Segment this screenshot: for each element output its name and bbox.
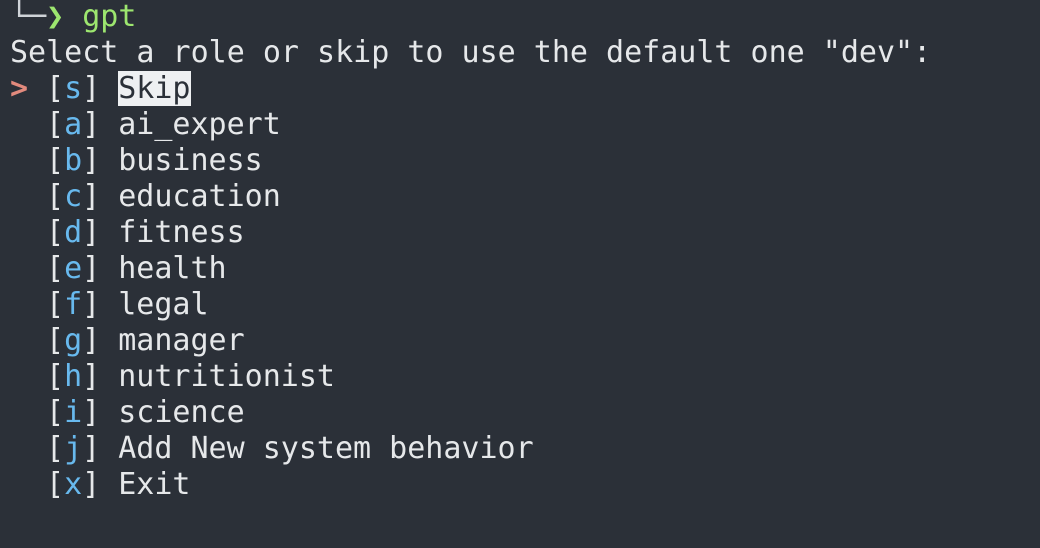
bracket-open: [ [46, 467, 65, 502]
menu-option-exit[interactable]: [x] Exit [10, 467, 1040, 503]
bracket-open: [ [46, 107, 65, 142]
bracket-open: [ [46, 71, 65, 106]
option-key: d [64, 215, 83, 250]
menu-option-science[interactable]: [i] science [10, 395, 1040, 431]
bracket-open: [ [46, 395, 65, 430]
question-text: Select a role or skip to use the default… [10, 35, 932, 70]
bracket-open: [ [46, 287, 65, 322]
bracket-close: ] [82, 215, 101, 250]
menu-option-manager[interactable]: [g] manager [10, 323, 1040, 359]
bracket-close: ] [82, 107, 101, 142]
bracket-close: ] [82, 71, 101, 106]
option-key: i [64, 395, 83, 430]
command-text: gpt [82, 0, 137, 34]
bracket-close: ] [82, 359, 101, 394]
option-key: s [64, 71, 83, 106]
bracket-close: ] [82, 323, 101, 358]
option-key: e [64, 251, 83, 286]
shell-prompt: └─❯ gpt [10, 0, 1040, 35]
prompt-arrow-icon: ❯ [46, 0, 65, 34]
option-label: ai_expert [118, 107, 281, 142]
bracket-close: ] [82, 287, 101, 322]
terminal-window[interactable]: └─❯ gpt Select a role or skip to use the… [0, 0, 1040, 547]
option-key: j [64, 431, 83, 466]
bracket-close: ] [82, 251, 101, 286]
option-key: g [64, 323, 83, 358]
option-key: x [64, 467, 83, 502]
option-key: c [64, 179, 83, 214]
menu-option-fitness[interactable]: [d] fitness [10, 215, 1040, 251]
option-label-selected: Skip [118, 71, 191, 106]
option-key: f [64, 287, 83, 322]
bracket-open: [ [46, 179, 65, 214]
tree-branch-glyph: └─ [10, 0, 47, 34]
bracket-open: [ [46, 143, 65, 178]
bracket-close: ] [82, 467, 101, 502]
option-label: science [118, 395, 245, 430]
bracket-close: ] [82, 395, 101, 430]
option-label: health [118, 251, 227, 286]
option-label: Exit [118, 467, 191, 502]
menu-option-skip[interactable]: > [s] Skip [10, 71, 1040, 107]
menu-option-ai-expert[interactable]: [a] ai_expert [10, 107, 1040, 143]
menu-option-nutritionist[interactable]: [h] nutritionist [10, 359, 1040, 395]
option-label: business [118, 143, 263, 178]
menu-option-business[interactable]: [b] business [10, 143, 1040, 179]
option-label: manager [118, 323, 245, 358]
menu-option-legal[interactable]: [f] legal [10, 287, 1040, 323]
bracket-close: ] [82, 179, 101, 214]
bracket-close: ] [82, 143, 101, 178]
bracket-open: [ [46, 251, 65, 286]
option-label: nutritionist [118, 359, 335, 394]
option-label: education [118, 179, 281, 214]
bracket-open: [ [46, 431, 65, 466]
menu-option-education[interactable]: [c] education [10, 179, 1040, 215]
bracket-open: [ [46, 359, 65, 394]
menu-option-add-new-system-behavior[interactable]: [j] Add New system behavior [10, 431, 1040, 467]
bracket-open: [ [46, 323, 65, 358]
option-key: a [64, 107, 83, 142]
option-key: b [64, 143, 83, 178]
menu-option-health[interactable]: [e] health [10, 251, 1040, 287]
option-key: h [64, 359, 83, 394]
option-label: Add New system behavior [118, 431, 534, 466]
bracket-close: ] [82, 431, 101, 466]
bracket-open: [ [46, 215, 65, 250]
option-label: legal [118, 287, 209, 322]
option-label: fitness [118, 215, 245, 250]
selection-cursor-icon: > [10, 71, 29, 106]
role-menu: > [s] Skip [a] ai_expert [b] business [c]… [10, 71, 1040, 503]
